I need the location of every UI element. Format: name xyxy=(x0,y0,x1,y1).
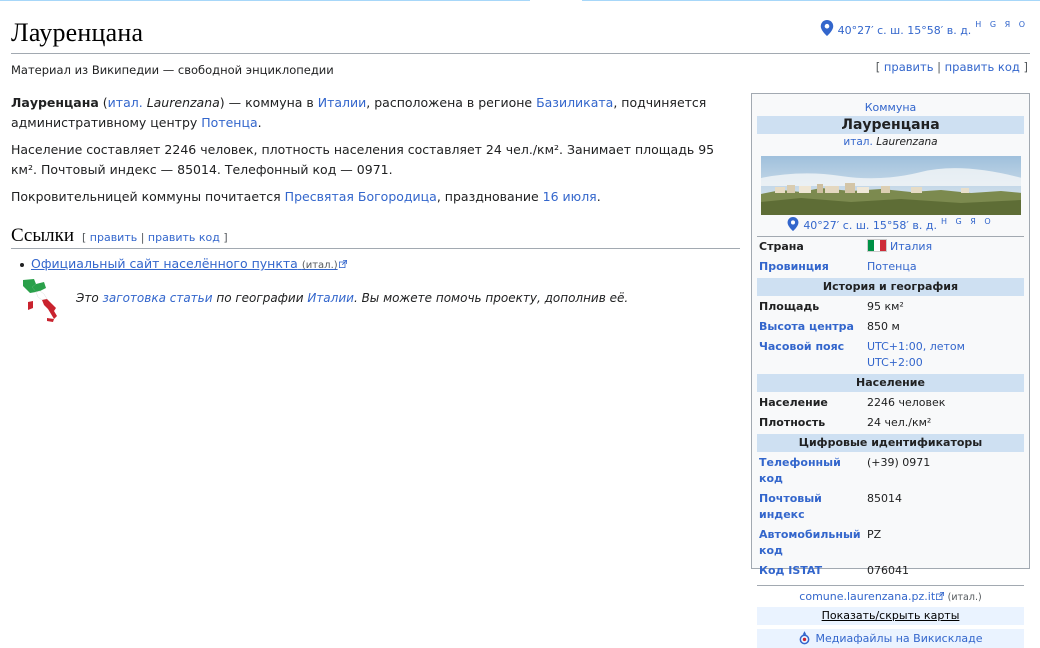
title-coordinates[interactable]: 40°27′ с. ш. 15°58′ в. д. H G Я O xyxy=(820,20,1028,37)
row-phone-code: Телефонный код (+39) 0971 xyxy=(759,456,931,485)
external-link-icon xyxy=(936,592,945,600)
section-edit-link[interactable]: править xyxy=(90,231,137,244)
edit-link[interactable]: править xyxy=(884,60,934,74)
infobox-original-name: итал. Laurenzana xyxy=(843,136,938,148)
stub-notice: Это заготовка статьи по географии Италии… xyxy=(20,278,628,322)
row-population: Население 2246 человек xyxy=(759,396,946,409)
town-photo[interactable] xyxy=(761,156,1021,215)
infobox-divider xyxy=(757,585,1024,586)
page-edit-links: [ править | править код ] xyxy=(875,60,1028,74)
patron-paragraph: Покровительницей коммуны почитается Прес… xyxy=(11,189,601,204)
infobox-coordinates-text[interactable]: 40°27′ с. ш. 15°58′ в. д. xyxy=(803,219,937,232)
row-postal-code: Почтовый индекс 85014 xyxy=(759,492,902,521)
section-identifiers: Цифровые идентификаторы xyxy=(757,434,1024,452)
article-body: Лауренцана (итал. Laurenzana) — коммуна … xyxy=(11,93,731,214)
row-elevation: Высота центра 850 м xyxy=(759,320,900,333)
top-border xyxy=(0,0,1040,1)
article-subject: Лауренцана xyxy=(11,95,99,110)
list-bullet xyxy=(20,262,24,267)
infobox-site-link[interactable]: comune.laurenzana.pz.it xyxy=(799,590,935,603)
section-edit-code-link[interactable]: править код xyxy=(148,231,220,244)
external-link-icon xyxy=(338,260,347,268)
row-area: Площадь 95 км² xyxy=(759,300,904,313)
infobox-kind[interactable]: Коммуна xyxy=(752,101,1029,114)
stub-italy-link[interactable]: Италии xyxy=(307,291,354,305)
row-istat-code: Код ISTAT 076041 xyxy=(759,564,909,577)
lang-abbr-link[interactable]: итал. xyxy=(108,95,143,110)
country-link[interactable]: Италии xyxy=(318,95,367,110)
row-province: Провинция Потенца xyxy=(759,260,917,273)
toggle-maps-button[interactable]: Показать/скрыть карты xyxy=(757,607,1024,625)
section-edit-links: [ править | править код ] xyxy=(81,231,228,244)
infobox-lang-link[interactable]: итал. xyxy=(843,136,872,148)
map-pin-icon xyxy=(820,20,833,36)
map-pin-icon xyxy=(787,217,799,231)
title-divider xyxy=(11,53,1030,54)
infobox: Коммуна Лауренцана итал. Laurenzana 40°2… xyxy=(751,93,1030,648)
commons-media-button[interactable]: Медиафайлы на Викискладе xyxy=(757,629,1024,648)
external-links-list: Официальный сайт населённого пункта (ита… xyxy=(20,256,347,271)
country-value-link[interactable]: Италия xyxy=(890,240,932,253)
stub-text: Это заготовка статьи по географии Италии… xyxy=(76,291,629,305)
intro-paragraph: Лауренцана (итал. Laurenzana) — коммуна … xyxy=(11,95,707,130)
infobox-coordinates[interactable]: 40°27′ с. ш. 15°58′ в. д. H G Я O xyxy=(752,217,1029,232)
coordinates-text[interactable]: 40°27′ с. ш. 15°58′ в. д. xyxy=(838,24,972,37)
top-border-gap xyxy=(530,0,582,2)
row-car-code: Автомобильный код PZ xyxy=(759,528,882,557)
section-population: Население xyxy=(757,374,1024,392)
page-title: Лауренцана xyxy=(11,18,144,47)
official-site-link[interactable]: Официальный сайт населённого пункта (ита… xyxy=(31,256,347,271)
italy-flag-icon xyxy=(867,239,887,252)
section-title: Ссылки xyxy=(11,225,74,246)
town-panorama-image xyxy=(761,156,1021,215)
wikimedia-commons-icon xyxy=(800,631,810,645)
edit-code-link[interactable]: править код xyxy=(945,60,1020,74)
official-site-row: comune.laurenzana.pz.it (итал.) xyxy=(799,590,982,603)
region-link[interactable]: Базиликата xyxy=(536,95,613,110)
infobox-title: Лауренцана xyxy=(757,116,1024,134)
population-paragraph: Население составляет 2246 человек, плотн… xyxy=(11,142,715,177)
section-history-geography: История и география xyxy=(757,278,1024,296)
map-service-links[interactable]: H G Я O xyxy=(975,20,1028,29)
infobox-map-links[interactable]: H G Я O xyxy=(941,217,994,226)
row-density: Плотность 24 чел./км² xyxy=(759,416,932,429)
saint-link[interactable]: Пресвятая Богородица xyxy=(285,189,437,204)
row-country: Страна Италия xyxy=(759,239,933,253)
italy-map-icon xyxy=(23,279,57,322)
date-link[interactable]: 16 июля xyxy=(543,189,597,204)
row-timezone: Часовой пояс UTC+1:00, летом UTC+2:00 xyxy=(759,340,965,369)
stub-link[interactable]: заготовка статьи xyxy=(103,291,213,305)
center-link[interactable]: Потенца xyxy=(201,115,257,130)
site-tagline: Материал из Википедии — свободной энцикл… xyxy=(11,63,334,77)
links-section-heading: Ссылки [ править | править код ] xyxy=(11,225,740,249)
